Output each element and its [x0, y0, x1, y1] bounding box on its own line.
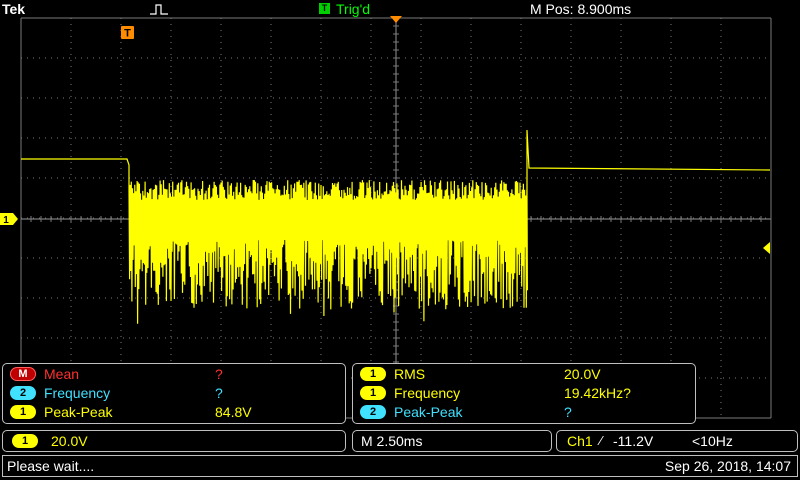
measurement-label: Mean: [44, 366, 80, 382]
channel-1-badge: 1: [360, 367, 386, 381]
channel-2-badge: 2: [360, 405, 386, 419]
trigger-slope-icon: ⁄: [600, 433, 603, 448]
measurement-value: 20.0V: [564, 366, 601, 382]
timebase-readout: M 2.50ms: [361, 433, 423, 449]
measurement-row: 2 Peak-Peak ?: [353, 403, 693, 422]
math-badge: M: [10, 367, 36, 381]
measurement-value: 19.42kHz?: [564, 385, 631, 401]
measurement-value: ?: [215, 366, 223, 382]
trigger-marker-label: T: [124, 28, 131, 40]
trigger-source: Ch1: [567, 433, 593, 449]
measurement-label: Peak-Peak: [394, 404, 463, 420]
measurement-row: M Mean ?: [3, 365, 343, 384]
trigger-level: -11.2V: [613, 433, 654, 449]
channel-1-badge: 1: [12, 434, 38, 448]
date-time: Sep 26, 2018, 14:07: [664, 458, 791, 474]
trigger-readout-box[interactable]: Ch1 ⁄ -11.2V <10Hz: [556, 430, 798, 452]
measurement-row: 1 Frequency 19.42kHz?: [353, 384, 693, 403]
status-message: Please wait....: [7, 458, 95, 474]
status-bar: Please wait.... Sep 26, 2018, 14:07: [2, 455, 798, 477]
channel-1-ground-marker: 1: [0, 213, 18, 226]
measurement-label: Frequency: [44, 385, 111, 401]
trigger-position-marker: [390, 16, 402, 23]
measurement-value: 84.8V: [215, 404, 252, 420]
measurement-row: 2 Frequency ?: [3, 384, 343, 403]
channel-1-badge: 1: [10, 405, 36, 419]
measurement-value: ?: [215, 385, 223, 401]
timebase-box[interactable]: M 2.50ms: [352, 430, 552, 452]
trigger-position-arrow: [390, 16, 402, 23]
measurement-panel-left: M Mean ? 2 Frequency ? 1 Peak-Peak 84.8V: [2, 363, 346, 424]
measurement-label: Frequency: [394, 385, 461, 401]
channel-1-marker-label: 1: [3, 215, 9, 226]
measurement-row: 1 Peak-Peak 84.8V: [3, 403, 343, 422]
channel-1-scale: 20.0V: [51, 433, 88, 449]
channel-2-badge: 2: [10, 386, 36, 400]
channel-1-scale-box[interactable]: 1 20.0V: [2, 430, 346, 452]
measurement-label: RMS: [394, 366, 426, 382]
trigger-point-marker: T: [121, 26, 134, 40]
channel-1-badge: 1: [360, 386, 386, 400]
measurement-panel-right: 1 RMS 20.0V 1 Frequency 19.42kHz? 2 Peak…: [352, 363, 696, 424]
measurement-label: Peak-Peak: [44, 404, 113, 420]
trigger-frequency: <10Hz: [692, 433, 733, 449]
measurement-value: ?: [564, 404, 572, 420]
measurement-row: 1 RMS 20.0V: [353, 365, 693, 384]
trigger-level-arrow: [763, 242, 770, 254]
